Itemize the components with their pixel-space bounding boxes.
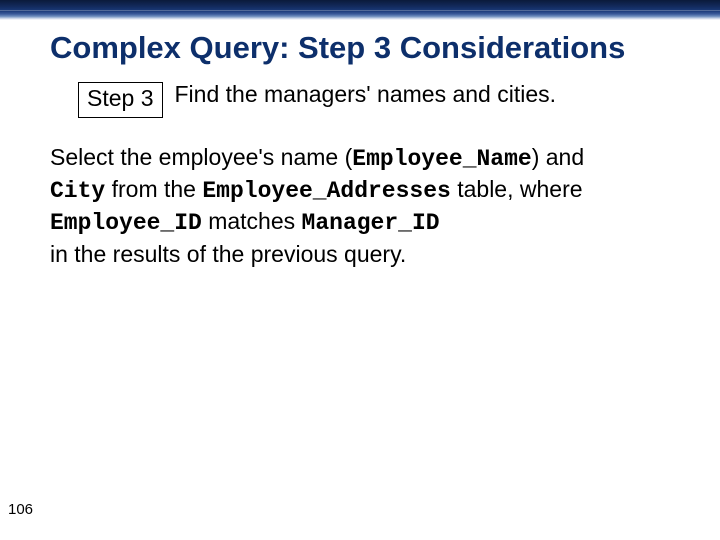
step-description: Find the managers' names and cities. xyxy=(175,80,557,109)
body-seg-6: in the results of the previous query. xyxy=(50,241,406,267)
body-seg-5: matches xyxy=(202,208,302,234)
slide-title: Complex Query: Step 3 Considerations xyxy=(50,30,720,66)
body-text: Select the employee's name (Employee_Nam… xyxy=(50,142,690,269)
code-employee-id: Employee_ID xyxy=(50,210,202,236)
page-number: 106 xyxy=(8,501,33,518)
code-city: City xyxy=(50,178,105,204)
code-employee-name: Employee_Name xyxy=(352,146,531,172)
top-banner xyxy=(0,0,720,20)
step-row: Step 3 Find the managers' names and citi… xyxy=(78,80,720,116)
code-manager-id: Manager_ID xyxy=(302,210,440,236)
code-employee-addresses: Employee_Addresses xyxy=(202,178,450,204)
body-seg-3: from the xyxy=(105,176,202,202)
body-seg-2: ) and xyxy=(532,144,584,170)
body-seg-4: table, where xyxy=(451,176,583,202)
step-label-box: Step 3 xyxy=(78,82,163,118)
body-seg-1: Select the employee's name ( xyxy=(50,144,352,170)
